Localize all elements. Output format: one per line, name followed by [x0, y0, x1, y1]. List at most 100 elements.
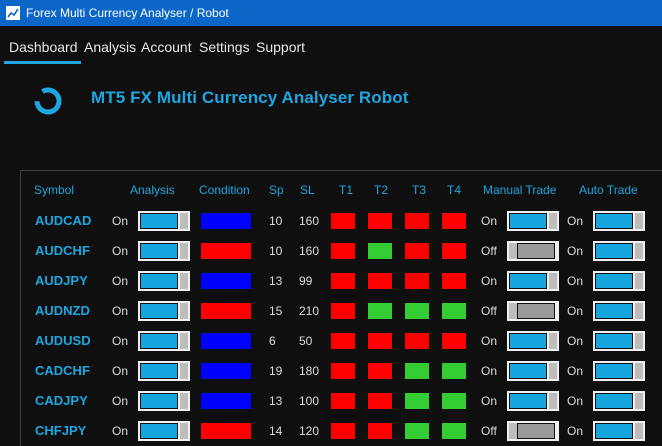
toggle-track	[595, 213, 633, 229]
toggle-knob	[180, 423, 188, 439]
auto-trade-toggle[interactable]	[593, 301, 645, 321]
analysis-toggle[interactable]	[138, 421, 190, 441]
toggle-knob	[549, 363, 557, 379]
menu-support[interactable]: Support	[256, 39, 305, 55]
spread-value: 10	[269, 244, 283, 258]
menu-analysis[interactable]: Analysis	[84, 39, 136, 55]
header-t4: T4	[447, 183, 462, 197]
condition-indicator	[201, 333, 251, 349]
auto-trade-toggle[interactable]	[593, 211, 645, 231]
analysis-toggle[interactable]	[138, 241, 190, 261]
target-1-indicator	[331, 333, 355, 349]
analysis-state-label: On	[112, 214, 129, 228]
spread-value: 14	[269, 424, 283, 438]
spread-value: 19	[269, 364, 283, 378]
toggle-knob	[180, 273, 188, 289]
toggle-knob	[549, 273, 557, 289]
menu-bar: Dashboard Analysis Account Settings Supp…	[0, 26, 662, 66]
symbol-audcad[interactable]: AUDCAD	[35, 213, 91, 228]
analysis-toggle[interactable]	[138, 391, 190, 411]
auto-trade-toggle[interactable]	[593, 421, 645, 441]
header-t2: T2	[374, 183, 389, 197]
manual-trade-toggle[interactable]	[507, 361, 559, 381]
target-1-indicator	[331, 303, 355, 319]
toggle-track	[509, 213, 547, 229]
toggle-knob	[180, 243, 188, 259]
stop-loss-value: 100	[299, 394, 320, 408]
manual-trade-toggle[interactable]	[507, 421, 559, 441]
toggle-track	[595, 243, 633, 259]
auto-trade-toggle[interactable]	[593, 271, 645, 291]
symbol-audnzd[interactable]: AUDNZD	[35, 303, 90, 318]
toggle-knob	[509, 303, 517, 319]
manual-trade-toggle[interactable]	[507, 301, 559, 321]
analysis-toggle[interactable]	[138, 331, 190, 351]
toggle-track	[140, 363, 178, 379]
stop-loss-value: 160	[299, 244, 320, 258]
toggle-track	[517, 243, 555, 259]
toggle-knob	[549, 333, 557, 349]
target-4-indicator	[442, 303, 466, 319]
analysis-toggle[interactable]	[138, 301, 190, 321]
auto-trade-toggle[interactable]	[593, 241, 645, 261]
header-sp: Sp	[269, 183, 284, 197]
spread-value: 13	[269, 274, 283, 288]
toggle-track	[595, 363, 633, 379]
symbol-chfjpy[interactable]: CHFJPY	[35, 423, 86, 438]
symbol-cadjpy[interactable]: CADJPY	[35, 393, 88, 408]
symbol-audchf[interactable]: AUDCHF	[35, 243, 90, 258]
menu-settings[interactable]: Settings	[199, 39, 250, 55]
auto-trade-toggle[interactable]	[593, 331, 645, 351]
analysis-toggle[interactable]	[138, 361, 190, 381]
toggle-track	[140, 213, 178, 229]
manual-trade-toggle[interactable]	[507, 331, 559, 351]
symbol-audusd[interactable]: AUDUSD	[35, 333, 91, 348]
auto-trade-toggle[interactable]	[593, 361, 645, 381]
condition-indicator	[201, 363, 251, 379]
menu-dashboard[interactable]: Dashboard	[9, 39, 78, 55]
symbol-audjpy[interactable]: AUDJPY	[35, 273, 88, 288]
analysis-toggle[interactable]	[138, 271, 190, 291]
stop-loss-value: 50	[299, 334, 313, 348]
target-4-indicator	[442, 213, 466, 229]
target-2-indicator	[368, 303, 392, 319]
manual-trade-state-label: On	[481, 364, 498, 378]
condition-indicator	[201, 273, 251, 289]
auto-trade-state-label: On	[567, 244, 584, 258]
window-title: Forex Multi Currency Analyser / Robot	[26, 6, 229, 20]
condition-indicator	[201, 423, 251, 439]
target-3-indicator	[405, 273, 429, 289]
target-4-indicator	[442, 333, 466, 349]
analysis-toggle[interactable]	[138, 211, 190, 231]
auto-trade-toggle[interactable]	[593, 391, 645, 411]
manual-trade-state-label: On	[481, 394, 498, 408]
menu-account[interactable]: Account	[141, 39, 192, 55]
symbol-cadchf[interactable]: CADCHF	[35, 363, 90, 378]
manual-trade-toggle[interactable]	[507, 241, 559, 261]
manual-trade-toggle[interactable]	[507, 211, 559, 231]
toggle-knob	[635, 243, 643, 259]
toggle-track	[509, 393, 547, 409]
toggle-knob	[635, 273, 643, 289]
toggle-knob	[509, 243, 517, 259]
target-4-indicator	[442, 393, 466, 409]
target-4-indicator	[442, 243, 466, 259]
toggle-knob	[635, 393, 643, 409]
toggle-track	[509, 363, 547, 379]
condition-indicator	[201, 393, 251, 409]
target-2-indicator	[368, 273, 392, 289]
manual-trade-state-label: On	[481, 214, 498, 228]
toggle-track	[140, 303, 178, 319]
manual-trade-state-label: Off	[481, 424, 497, 438]
target-3-indicator	[405, 393, 429, 409]
toggle-track	[509, 273, 547, 289]
toggle-knob	[635, 303, 643, 319]
toggle-track	[595, 273, 633, 289]
manual-trade-toggle[interactable]	[507, 391, 559, 411]
spread-value: 10	[269, 214, 283, 228]
header-t3: T3	[412, 183, 427, 197]
toggle-track	[140, 423, 178, 439]
spread-value: 15	[269, 304, 283, 318]
manual-trade-toggle[interactable]	[507, 271, 559, 291]
toggle-track	[509, 333, 547, 349]
